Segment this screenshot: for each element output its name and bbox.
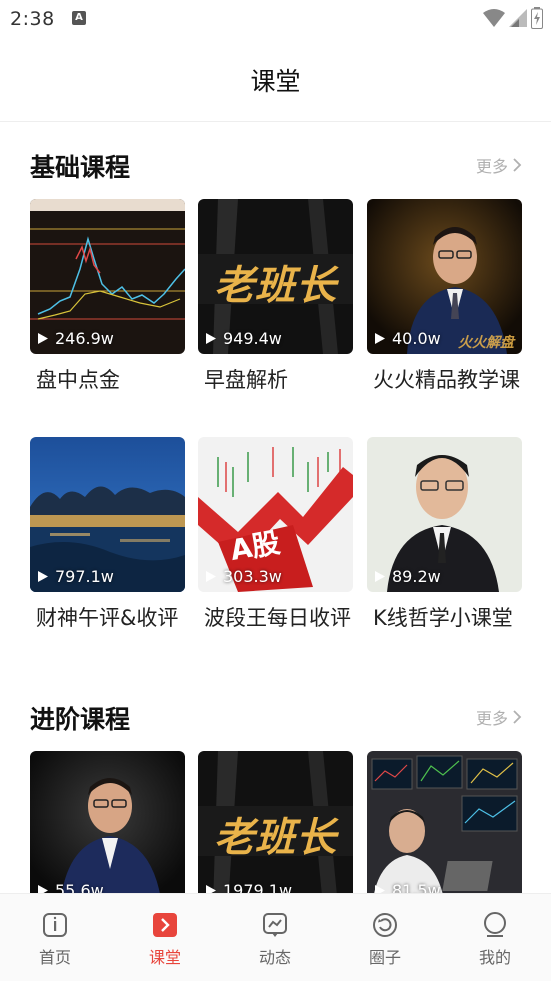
section-header-basic: 基础课程 更多 <box>30 148 522 182</box>
course-thumbnail: 81.5w <box>367 751 522 906</box>
wifi-icon <box>483 9 505 27</box>
feed-icon <box>263 913 287 937</box>
course-card[interactable]: 老班长 949.4w 早盘解析 <box>198 199 353 396</box>
tab-label: 圈子 <box>368 948 401 967</box>
course-thumbnail: 246.9w <box>30 199 185 354</box>
notification-icon: A <box>72 11 86 25</box>
play-count: 246.9w <box>37 329 114 348</box>
play-icon <box>206 571 216 582</box>
course-title: 财神午评&收评 <box>36 606 179 630</box>
play-count: 303.3w <box>205 567 282 586</box>
profile-icon <box>484 912 506 937</box>
status-bar: 2:38 A <box>0 0 551 38</box>
play-icon <box>38 333 48 344</box>
course-thumbnail: 797.1w <box>30 437 185 592</box>
course-thumbnail: 老班长 1979.1w <box>198 751 353 906</box>
course-thumbnail: 老班长 949.4w <box>198 199 353 354</box>
tab-home[interactable]: 首页 <box>0 894 110 981</box>
course-thumbnail: 火火解盘 40.0w <box>367 199 522 354</box>
play-count: 797.1w <box>37 567 114 586</box>
status-indicators <box>483 7 543 29</box>
classroom-icon <box>153 913 177 937</box>
section-header-advanced: 进阶课程 更多 <box>30 700 522 734</box>
section-title: 进阶课程 <box>30 705 131 734</box>
circle-icon <box>373 913 397 937</box>
tab-classroom[interactable]: 课堂 <box>110 894 220 981</box>
chevron-right-icon <box>513 158 522 172</box>
course-title: 火火精品教学课 <box>373 368 520 392</box>
play-count: 949.4w <box>205 329 282 348</box>
play-count-value: 949.4w <box>223 329 282 348</box>
play-icon <box>38 571 48 582</box>
course-card[interactable]: 火火解盘 40.0w 火火精品教学课 <box>367 199 522 396</box>
top-navbar: 课堂 <box>0 38 551 122</box>
play-icon <box>375 333 385 344</box>
course-card[interactable]: 89.2w K线哲学小课堂 <box>367 437 522 634</box>
course-title: 波段王每日收评 <box>204 606 351 630</box>
banner-text: 老班长 <box>214 263 337 309</box>
tab-profile[interactable]: 我的 <box>440 894 550 981</box>
home-icon <box>43 913 67 937</box>
chevron-right-icon <box>513 710 522 724</box>
tab-label: 动态 <box>258 948 291 967</box>
course-title: 盘中点金 <box>36 368 120 392</box>
course-card[interactable]: 797.1w 财神午评&收评 <box>30 437 185 634</box>
play-count-value: 797.1w <box>55 567 114 586</box>
play-count-value: 89.2w <box>392 567 441 586</box>
course-card[interactable]: A股 303.3w 波段王每日收评 <box>198 437 353 634</box>
course-thumbnail: 55.6w <box>30 751 185 906</box>
more-label: 更多 <box>475 709 508 728</box>
bottom-tab-bar: 首页 课堂 动态 圈子 我的 <box>0 893 551 981</box>
more-link[interactable]: 更多 <box>476 705 522 729</box>
tab-label: 我的 <box>478 948 511 967</box>
tab-label: 首页 <box>38 948 71 967</box>
tab-feed[interactable]: 动态 <box>220 894 330 981</box>
signal-icon <box>509 9 527 27</box>
battery-icon <box>531 7 543 29</box>
status-time: 2:38 <box>10 8 55 30</box>
course-card[interactable]: 55.6w <box>30 751 185 906</box>
play-count-value: 303.3w <box>223 567 282 586</box>
play-count: 89.2w <box>374 567 441 586</box>
course-card[interactable]: 81.5w <box>367 751 522 906</box>
course-title: K线哲学小课堂 <box>373 606 513 630</box>
course-thumbnail: A股 303.3w <box>198 437 353 592</box>
more-label: 更多 <box>475 157 508 176</box>
play-icon <box>206 333 216 344</box>
play-count-value: 40.0w <box>392 329 441 348</box>
course-card[interactable]: 老班长 1979.1w <box>198 751 353 906</box>
play-count-value: 246.9w <box>55 329 114 348</box>
more-link[interactable]: 更多 <box>476 153 522 177</box>
tab-label: 课堂 <box>148 948 181 967</box>
tab-circle[interactable]: 圈子 <box>330 894 440 981</box>
banner-text: 老班长 <box>214 815 337 861</box>
play-count: 40.0w <box>374 329 441 348</box>
play-icon <box>375 571 385 582</box>
section-title: 基础课程 <box>30 153 131 182</box>
overlay-text: 火火解盘 <box>458 335 514 351</box>
course-title: 早盘解析 <box>204 368 288 392</box>
course-thumbnail: 89.2w <box>367 437 522 592</box>
overlay-text: A股 <box>227 525 283 568</box>
page-title: 课堂 <box>250 67 301 96</box>
course-card[interactable]: 246.9w 盘中点金 <box>30 199 185 396</box>
